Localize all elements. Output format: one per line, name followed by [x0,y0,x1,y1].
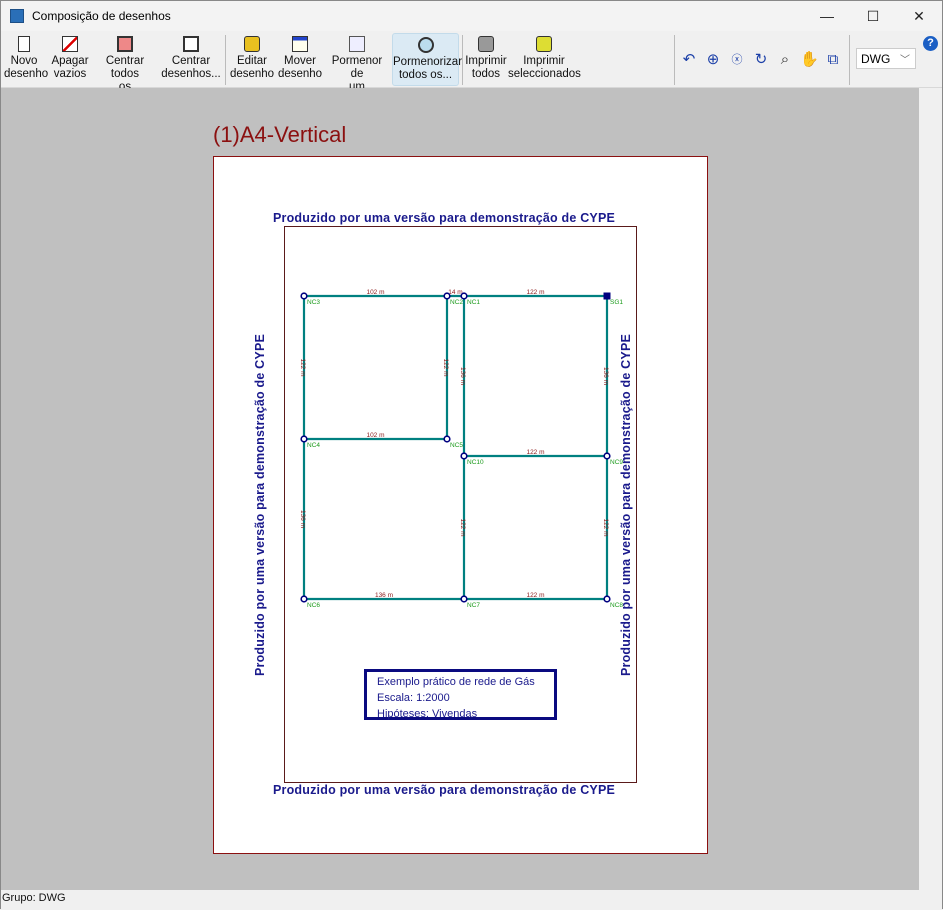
pipe-length-label: 102 m [366,432,384,439]
node-NC3[interactable] [300,292,308,300]
node-label: NC2 [450,299,463,306]
pipe-length-label: 122 m [299,358,306,376]
node-NC7[interactable] [460,595,468,603]
pipe-length-label: 102 m [366,289,384,296]
pipe-length-label: 122 m [526,592,544,599]
node-label: NC8 [610,602,623,609]
pipe-length-label: 122 m [442,358,449,376]
legend-hypothesis: Hipóteses: Vivendas [377,708,478,720]
pipe-length-label: 136 m [459,367,466,385]
node-NC6[interactable] [300,595,308,603]
node-label: NC4 [307,442,320,449]
gas-network: 102 m 14 m 122 m122 m 122 m 136 m 136 m102 m1… [299,289,623,609]
node-NC4[interactable] [300,435,308,443]
node-NC10[interactable] [460,452,468,460]
node-NC9[interactable] [603,452,611,460]
legend-title: Exemplo prático de rede de Gás [377,676,535,688]
node-label: NC9 [610,459,623,466]
node-label: NC6 [307,602,320,609]
node-label: SG1 [610,299,623,306]
pipe-length-label: 136 m [375,592,393,599]
node-label: NC1 [467,299,480,306]
pipe-length-label: 136 m [602,367,609,385]
legend-box: Exemplo prático de rede de Gás Escala: 1… [364,669,557,720]
status-bar: Grupo: DWG [1,890,942,909]
node-NC5[interactable] [443,435,451,443]
node-NC2[interactable] [443,292,451,300]
node-NC8[interactable] [603,595,611,603]
pipe-length-label: 122 m [526,289,544,296]
node-NC1[interactable] [460,292,468,300]
pipe-length-label: 122 m [459,518,466,536]
legend-scale: Escala: 1:2000 [377,692,450,704]
status-text: Grupo: DWG [2,892,66,904]
pipe-length-label: 136 m [299,510,306,528]
node-label: NC10 [467,459,484,466]
pipe-length-label: 122 m [526,449,544,456]
pipe-length-label: 122 m [602,518,609,536]
node-label: NC5 [450,442,463,449]
node-label: NC7 [467,602,480,609]
node-label: NC3 [307,299,320,306]
